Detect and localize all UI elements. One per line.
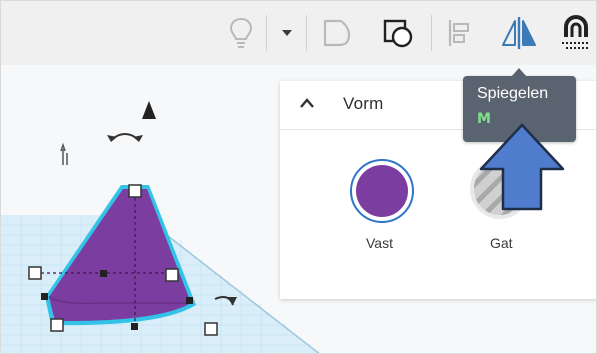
magnet-icon[interactable] <box>557 11 595 55</box>
align-icon[interactable] <box>441 11 477 55</box>
lift-handle-icon[interactable] <box>60 142 68 165</box>
solid-label: Vast <box>366 235 393 251</box>
hole-label: Gat <box>490 235 513 251</box>
mirror-icon[interactable] <box>497 11 541 55</box>
dropdown-arrow-icon[interactable] <box>275 11 299 55</box>
lightbulb-icon[interactable] <box>223 11 259 55</box>
height-arrow-icon[interactable] <box>142 101 156 119</box>
chevron-up-icon[interactable] <box>298 95 316 118</box>
toolbar-divider <box>431 15 432 51</box>
toolbar <box>1 1 596 66</box>
toolbar-divider <box>266 15 267 51</box>
pointer-arrow-annotation <box>479 123 565 211</box>
ungroup-icon[interactable] <box>377 11 419 55</box>
tooltip-title: Spiegelen <box>477 85 549 102</box>
rotate-handle-icon[interactable] <box>107 133 143 142</box>
solid-option[interactable] <box>350 159 414 223</box>
group-icon[interactable] <box>317 11 359 55</box>
app-window: Vorm Vast Gat Spiegelen M <box>0 0 597 354</box>
panel-title: Vorm <box>343 94 384 113</box>
solid-swatch <box>356 165 408 217</box>
toolbar-divider <box>306 15 307 51</box>
